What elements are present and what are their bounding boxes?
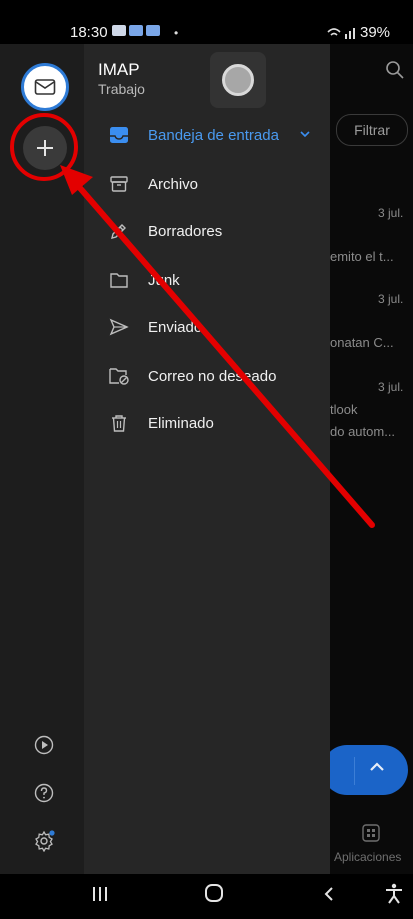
archive-icon <box>108 173 130 195</box>
back-button[interactable] <box>322 883 336 909</box>
account-type: Trabajo <box>98 81 145 97</box>
wifi-signal-icon <box>326 26 356 43</box>
folder-label: Bandeja de entrada <box>148 126 279 144</box>
message-date: 3 jul. <box>378 292 404 306</box>
help-icon <box>34 783 54 803</box>
folder-icon <box>108 269 130 291</box>
play-circle-icon <box>34 735 54 755</box>
message-snippet: emito el t... <box>330 249 394 264</box>
apps-label: Aplicaciones <box>334 850 402 864</box>
folder-archive[interactable]: Archivo <box>84 161 330 207</box>
spam-folder-icon <box>108 365 130 387</box>
screen-recorder-widget[interactable] <box>210 52 266 108</box>
filter-button: Filtrar <box>336 114 408 146</box>
message-snippet: tlook <box>330 402 358 417</box>
annotation-circle <box>10 113 78 181</box>
folder-label: Correo no deseado <box>148 367 277 385</box>
message-date: 3 jul. <box>378 380 404 394</box>
search-icon <box>385 60 405 86</box>
folder-inbox[interactable]: Bandeja de entrada <box>84 112 330 158</box>
home-icon <box>205 884 223 902</box>
compose-fab <box>322 745 408 795</box>
notification-icons <box>112 25 160 36</box>
message-date: 3 jul. <box>378 206 404 220</box>
folder-label: Junk <box>148 271 180 289</box>
folder-sent[interactable]: Enviado <box>84 304 330 350</box>
folder-junk[interactable]: Junk <box>84 257 330 303</box>
accessibility-icon <box>386 883 402 904</box>
inbox-icon <box>108 124 130 146</box>
status-dot: • <box>174 26 179 40</box>
folder-label: Enviado <box>148 318 203 336</box>
gallery-icon <box>112 25 126 36</box>
back-icon <box>324 887 333 901</box>
folder-label: Archivo <box>148 175 199 193</box>
play-tips-button[interactable] <box>33 734 55 756</box>
settings-button[interactable] <box>33 830 55 852</box>
ebay-notification-icon <box>129 25 143 36</box>
record-icon <box>222 64 254 96</box>
chevron-up-icon <box>366 756 388 784</box>
help-button[interactable] <box>33 782 55 804</box>
folder-spam[interactable]: Correo no deseado <box>84 353 330 399</box>
status-time: 18:30 <box>70 24 108 41</box>
folder-deleted[interactable]: Eliminado <box>84 400 330 446</box>
folder-label: Borradores <box>148 222 223 240</box>
message-snippet: do autom... <box>330 424 396 439</box>
trash-icon <box>108 412 130 434</box>
mail-icon <box>34 79 56 95</box>
chevron-down-icon[interactable] <box>298 127 312 146</box>
message-snippet: onatan C... <box>330 335 394 350</box>
draft-pencil-icon <box>108 220 130 242</box>
fab-divider <box>354 757 355 785</box>
folder-label: Eliminado <box>148 414 214 432</box>
battery-percent: 39% <box>360 24 391 41</box>
home-button[interactable] <box>204 883 224 909</box>
send-icon <box>108 316 130 338</box>
recent-apps-icon <box>93 887 107 901</box>
recent-apps-button[interactable] <box>92 883 108 909</box>
gear-icon <box>35 830 55 852</box>
account-name: IMAP <box>98 60 140 79</box>
apps-icon <box>361 823 381 848</box>
folder-drafts[interactable]: Borradores <box>84 208 330 254</box>
ebay-notification-icon <box>146 25 160 36</box>
accessibility-button[interactable] <box>384 883 404 911</box>
account-avatar-button[interactable] <box>21 63 69 111</box>
